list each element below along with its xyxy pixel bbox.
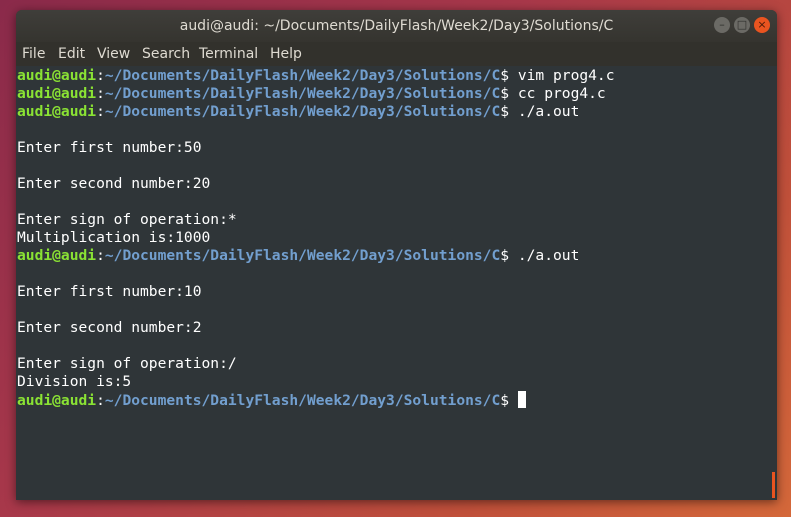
prompt-line: audi@audi:~/Documents/DailyFlash/Week2/D… [17, 247, 579, 265]
prompt-path: ~/Documents/DailyFlash/Week2/Day3/Soluti… [104, 103, 501, 120]
prompt-separator: : [96, 85, 105, 102]
prompt-symbol: $ [500, 103, 510, 120]
prompt-line: audi@audi:~/Documents/DailyFlash/Week2/D… [17, 391, 526, 409]
terminal-output[interactable]: audi@audi:~/Documents/DailyFlash/Week2/D… [16, 66, 777, 500]
prompt-symbol: $ [500, 85, 510, 102]
menu-view[interactable]: View [97, 42, 130, 66]
prompt-separator: : [96, 67, 105, 84]
text-cursor [517, 391, 526, 408]
menu-terminal[interactable]: Terminal [199, 42, 258, 66]
command-text [509, 392, 518, 409]
command-text: ./a.out [509, 247, 580, 264]
prompt-line: audi@audi:~/Documents/DailyFlash/Week2/D… [17, 67, 615, 85]
command-text: vim prog4.c [509, 67, 615, 84]
prompt-user: audi@audi [17, 67, 97, 84]
prompt-line: audi@audi:~/Documents/DailyFlash/Week2/D… [17, 103, 579, 121]
output-line: Enter sign of operation:/ [17, 355, 237, 372]
prompt-path: ~/Documents/DailyFlash/Week2/Day3/Soluti… [104, 392, 501, 409]
title-bar[interactable]: audi@audi: ~/Documents/DailyFlash/Week2/… [16, 10, 777, 42]
output-line: Enter first number:50 [17, 139, 202, 156]
output-line: Multiplication is:1000 [17, 229, 211, 246]
terminal-window: audi@audi: ~/Documents/DailyFlash/Week2/… [16, 10, 777, 500]
output-line: Enter second number:2 [17, 319, 202, 336]
output-line: Enter sign of operation:* [17, 211, 237, 228]
prompt-path: ~/Documents/DailyFlash/Week2/Day3/Soluti… [104, 85, 501, 102]
prompt-symbol: $ [500, 392, 510, 409]
prompt-separator: : [96, 103, 105, 120]
prompt-separator: : [96, 392, 105, 409]
prompt-symbol: $ [500, 247, 510, 264]
output-line: Division is:5 [17, 373, 132, 390]
prompt-line: audi@audi:~/Documents/DailyFlash/Week2/D… [17, 85, 606, 103]
minimize-icon[interactable]: – [714, 17, 730, 33]
close-icon[interactable]: × [754, 17, 770, 33]
menu-edit[interactable]: Edit [58, 42, 85, 66]
prompt-user: audi@audi [17, 103, 97, 120]
prompt-path: ~/Documents/DailyFlash/Week2/Day3/Soluti… [104, 247, 501, 264]
menu-search[interactable]: Search [142, 42, 190, 66]
maximize-icon[interactable]: □ [734, 17, 750, 33]
window-title: audi@audi: ~/Documents/DailyFlash/Week2/… [179, 18, 614, 34]
prompt-user: audi@audi [17, 247, 97, 264]
menu-help[interactable]: Help [270, 42, 302, 66]
command-text: cc prog4.c [509, 85, 606, 102]
output-line: Enter first number:10 [17, 283, 202, 300]
menu-file[interactable]: File [22, 42, 45, 66]
prompt-user: audi@audi [17, 85, 97, 102]
scrollbar-thumb[interactable] [772, 472, 775, 498]
prompt-separator: : [96, 247, 105, 264]
prompt-user: audi@audi [17, 392, 97, 409]
menu-bar: File Edit View Search Terminal Help [16, 42, 777, 66]
prompt-path: ~/Documents/DailyFlash/Week2/Day3/Soluti… [104, 67, 501, 84]
output-line: Enter second number:20 [17, 175, 211, 192]
command-text: ./a.out [509, 103, 580, 120]
prompt-symbol: $ [500, 67, 510, 84]
